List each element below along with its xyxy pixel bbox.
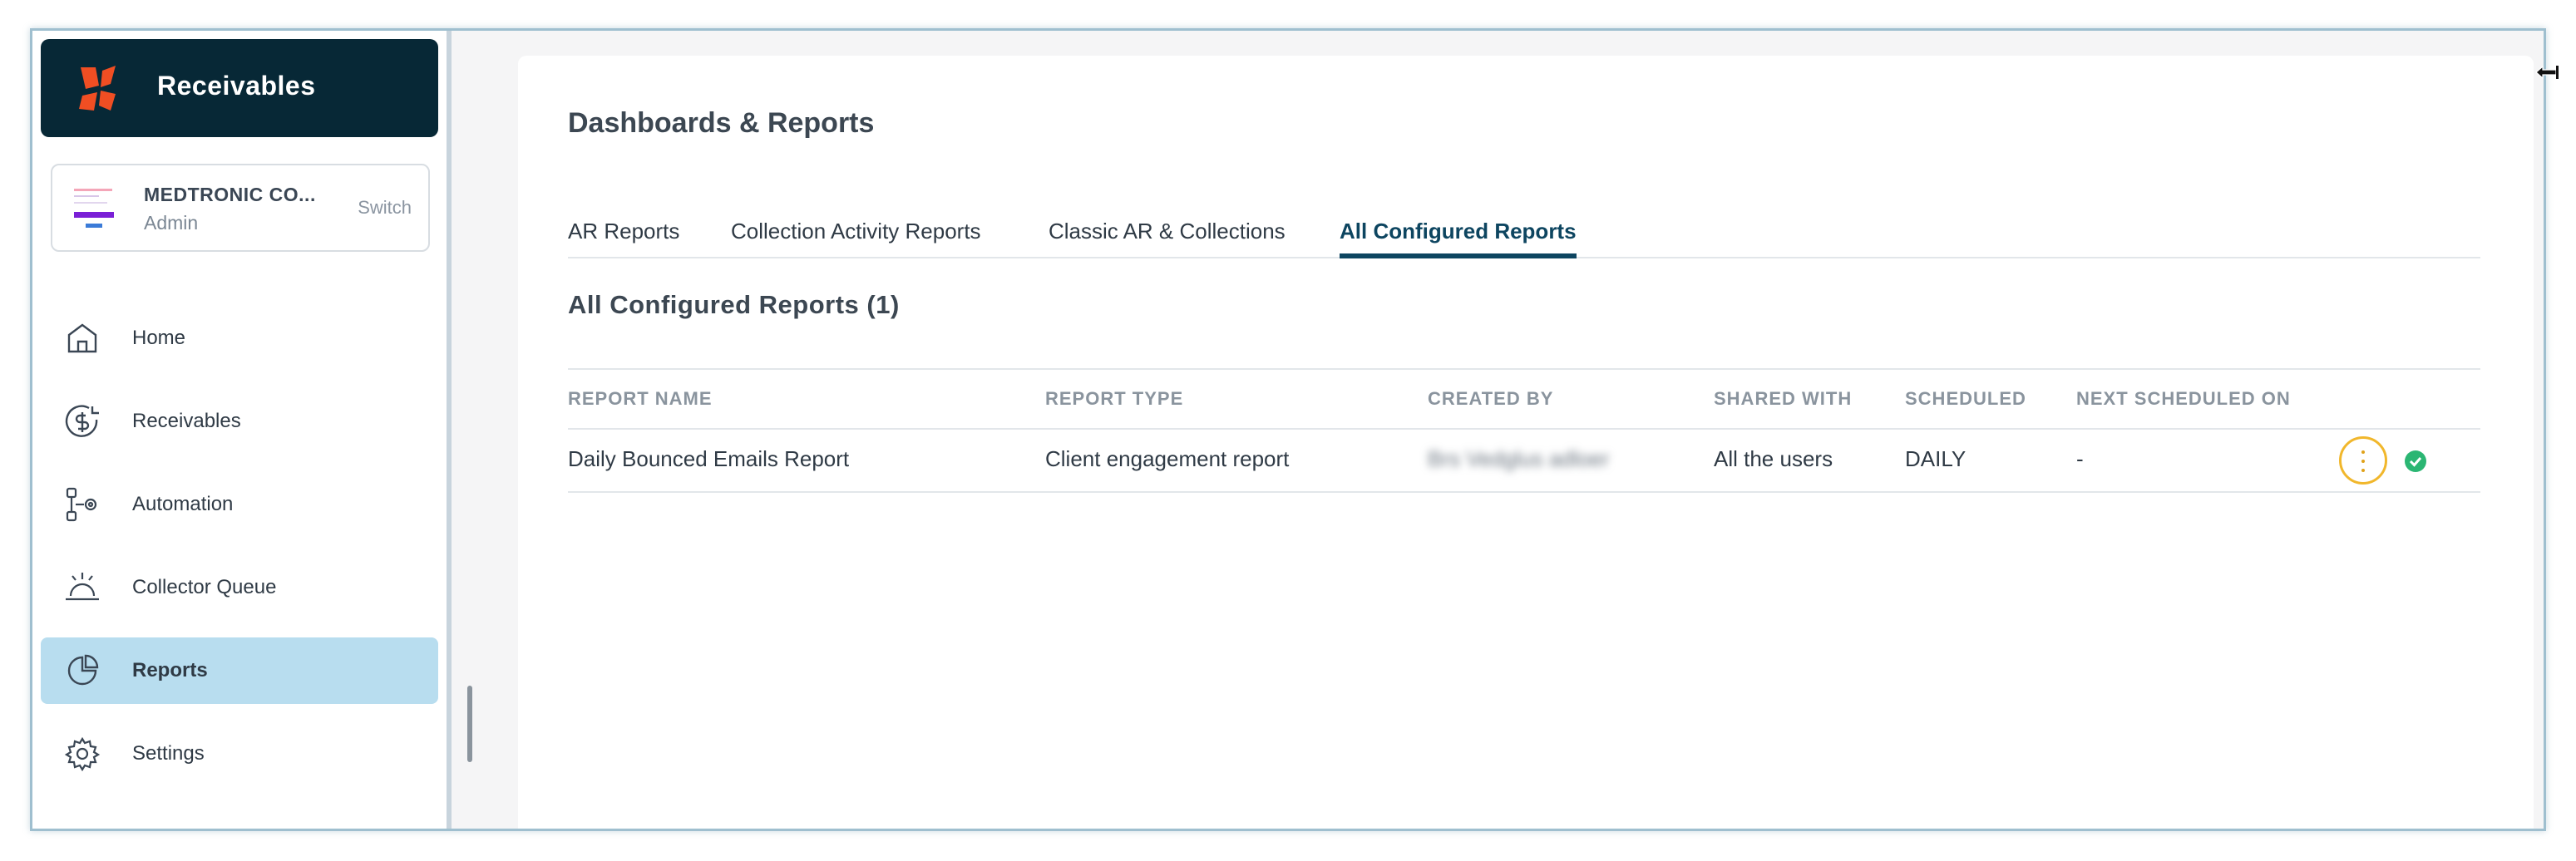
pie-chart-icon <box>67 654 99 686</box>
column-header-next-scheduled-on[interactable]: NEXT SCHEDULED ON <box>2076 388 2291 410</box>
report-name-cell[interactable]: Daily Bounced Emails Report <box>568 446 849 472</box>
automation-icon <box>66 487 97 522</box>
dollar-refresh-icon <box>65 405 99 437</box>
column-header-report-name[interactable]: REPORT NAME <box>568 388 713 410</box>
sidebar-item-label: Reports <box>132 659 208 681</box>
org-role: Admin <box>144 212 199 234</box>
sidebar-item-receivables[interactable]: Receivables <box>41 388 438 455</box>
sidebar-item-reports[interactable]: Reports <box>41 637 438 704</box>
column-header-scheduled[interactable]: SCHEDULED <box>1905 388 2026 410</box>
gear-icon <box>64 736 101 772</box>
section-title: All Configured Reports (1) <box>568 290 900 319</box>
page-title: Dashboards & Reports <box>568 107 875 139</box>
row-actions-button[interactable] <box>2339 436 2387 485</box>
org-switcher[interactable]: MEDTRONIC CO... Admin Switch <box>51 164 430 252</box>
resize-cursor-icon <box>2535 65 2559 80</box>
table-header: REPORT NAME REPORT TYPE CREATED BY SHARE… <box>568 368 2480 430</box>
column-header-created-by[interactable]: CREATED BY <box>1428 388 1553 410</box>
sidebar-scrollbar[interactable] <box>467 686 472 762</box>
created-by-cell: Brs Vedglus adloer <box>1428 446 1610 471</box>
sidebar-item-label: Receivables <box>132 410 241 432</box>
tab-collection-activity-reports[interactable]: Collection Activity Reports <box>731 219 981 258</box>
sidebar-item-label: Home <box>132 327 186 349</box>
app-window: Receivables MEDTRONIC CO... Admin Switch… <box>30 28 2546 831</box>
column-header-shared-with[interactable]: SHARED WITH <box>1714 388 1852 410</box>
sidebar-item-settings[interactable]: Settings <box>41 721 438 787</box>
org-name: MEDTRONIC CO... <box>144 184 316 205</box>
service-bell-icon <box>66 573 99 601</box>
sidebar-item-automation[interactable]: Automation <box>41 471 438 538</box>
sidebar: Receivables MEDTRONIC CO... Admin Switch… <box>32 31 452 829</box>
sidebar-item-label: Settings <box>132 742 205 765</box>
tab-classic-ar-collections[interactable]: Classic AR & Collections <box>1049 219 1286 258</box>
tab-all-configured-reports[interactable]: All Configured Reports <box>1340 219 1577 258</box>
reports-table: REPORT NAME REPORT TYPE CREATED BY SHARE… <box>568 368 2480 493</box>
home-icon <box>67 323 97 353</box>
brand-logo-icon <box>79 66 116 111</box>
tab-ar-reports[interactable]: AR Reports <box>568 219 679 258</box>
table-row[interactable]: Daily Bounced Emails Report Client engag… <box>568 430 2480 493</box>
brand-title: Receivables <box>157 71 316 101</box>
brand-header[interactable]: Receivables <box>41 39 438 137</box>
column-header-report-type[interactable]: REPORT TYPE <box>1045 388 1183 410</box>
check-circle-icon <box>2405 450 2426 472</box>
report-type-cell: Client engagement report <box>1045 446 1290 471</box>
next-scheduled-on-cell: - <box>2076 446 2084 471</box>
org-thumbnail-icon <box>71 184 117 234</box>
switch-org-button[interactable]: Switch <box>358 197 412 219</box>
sidebar-item-label: Automation <box>132 493 234 515</box>
scheduled-cell: DAILY <box>1905 446 1967 471</box>
kebab-menu-icon <box>2361 450 2365 472</box>
shared-with-cell: All the users <box>1714 446 1833 471</box>
sidebar-item-home[interactable]: Home <box>41 305 438 371</box>
main-content: Dashboards & Reports AR Reports Collecti… <box>518 56 2534 829</box>
sidebar-item-collector-queue[interactable]: Collector Queue <box>41 554 438 621</box>
sidebar-item-label: Collector Queue <box>132 576 277 598</box>
report-tabs: AR Reports Collection Activity Reports C… <box>568 210 2480 258</box>
